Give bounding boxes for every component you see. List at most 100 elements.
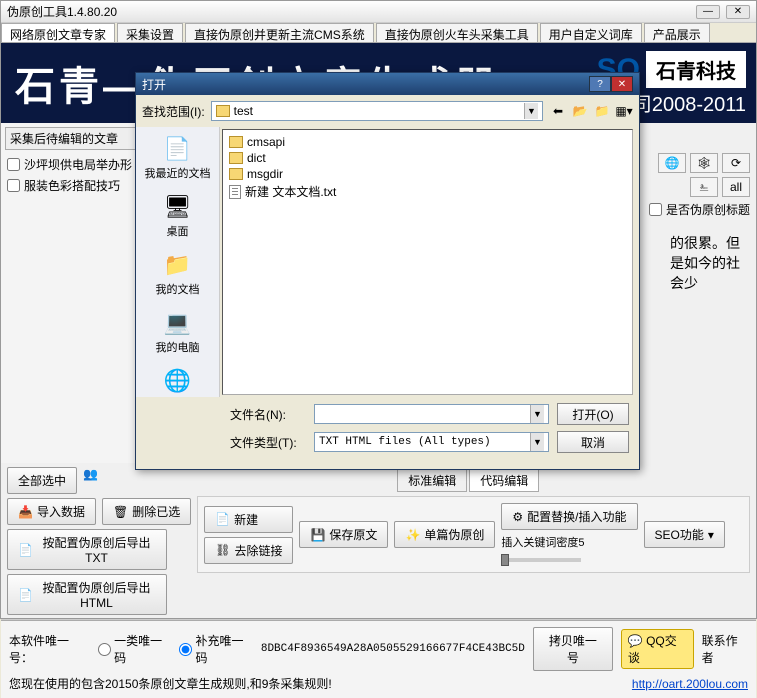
folder-icon [229,136,243,148]
save-button[interactable]: 💾 保存原文 [299,521,388,548]
place-3[interactable]: 💻 我的电脑 [136,305,219,359]
tool-all-icon[interactable]: all [722,177,750,197]
pseudo-title-check[interactable]: 是否伪原创标题 [649,201,750,218]
file-item-1[interactable]: dict [227,150,628,166]
places-bar: 📄 我最近的文档 🖥桌面📁我的文档 💻 我的电脑 🌐网上邻居 [136,127,220,397]
filetype-dropdown[interactable]: TXT HTML files (All types) ▼ [314,432,549,452]
dialog-title: 打开 [142,76,166,93]
article-item-1[interactable]: 服装色彩搭配技巧 [5,175,136,196]
place-icon: 🖥 [162,193,194,221]
place-icon: 💻 [162,309,194,337]
place-icon: 🌐 [162,367,194,395]
dialog-close-button[interactable]: ✕ [611,76,633,92]
place-4[interactable]: 🌐网上邻居 [136,363,219,397]
chevron-down-icon[interactable]: ▼ [530,405,544,423]
main-tab-2[interactable]: 直接伪原创并更新主流CMS系统 [185,23,374,42]
qq-badge[interactable]: 💬 QQ交谈 [621,629,694,669]
dialog-help-button[interactable]: ? [589,76,611,92]
new-button[interactable]: 📄 新建 [204,506,293,533]
open-button[interactable]: 打开(O) [557,403,629,425]
new-folder-button[interactable]: 📁 [593,102,611,120]
file-list[interactable]: cmsapidictmsgdir新建 文本文档.txt [222,129,633,395]
window-title: 伪原创工具1.4.80.20 [7,3,117,20]
seo-button[interactable]: SEO功能 ▾ [644,521,725,548]
footer: 本软件唯一号： 一类唯一码 补充唯一码 8DBC4F8936549A28A050… [1,620,756,698]
article-checkbox[interactable] [7,158,20,171]
look-in-dropdown[interactable]: test ▼ [211,101,543,121]
remove-link-button[interactable]: ⛓ 去除链接 [204,537,293,564]
select-all-button[interactable]: 全部选中 [7,467,77,494]
filetype-label: 文件类型(T): [230,434,306,451]
right-toolbar2: ⎁ all [690,177,750,197]
editor-tabs: 标准编辑代码编辑 [397,469,750,492]
file-open-dialog: 打开 ? ✕ 查找范围(I): test ▼ ⬅ 📂 📁 ▦▾ 📄我最近的文档🖥… [135,72,640,470]
place-0[interactable]: 📄 我最近的文档 [136,131,219,185]
editor-area: 标准编辑代码编辑 📄 新建 ⛓ 去除链接 💾 保存原文 ✨ 单篇伪原创 ⚙ 配置… [197,467,750,615]
cancel-button[interactable]: 取消 [557,431,629,453]
file-item-3[interactable]: 新建 文本文档.txt [227,182,628,201]
file-item-0[interactable]: cmsapi [227,134,628,150]
article-checkbox[interactable] [7,179,20,192]
place-label: 我的电脑 [156,339,200,355]
brand-box: 石青科技 [646,51,746,88]
filetype-value: TXT HTML files (All types) [319,436,530,448]
place-icon: 📁 [162,251,194,279]
current-path: test [234,104,253,118]
folder-icon [216,105,230,117]
export-html-button[interactable]: 📄 按配置伪原创后导出HTML [7,574,167,615]
main-tab-0[interactable]: 网络原创文章专家 [1,23,115,42]
rules-info: 您现在使用的包含20150条原创文章生成规则,和9条采集规则! [9,675,332,692]
close-button[interactable]: ✕ [726,5,750,19]
main-tab-1[interactable]: 采集设置 [117,23,183,42]
editor-tab-1[interactable]: 代码编辑 [469,469,539,492]
export-txt-button[interactable]: 📄 按配置伪原创后导出TXT [7,529,167,570]
dialog-titlebar[interactable]: 打开 ? ✕ [136,73,639,95]
radio-type2[interactable]: 补充唯一码 [179,632,252,666]
window-controls: — ✕ [696,5,750,19]
footer-url[interactable]: http://oart.200lou.com [632,677,748,691]
place-label: 我最近的文档 [145,165,211,181]
banner-sub: 司2008-2011 [632,88,746,117]
view-menu-button[interactable]: ▦▾ [615,102,633,120]
tool-globe-icon[interactable]: 🌐 [658,153,686,173]
group-title: 采集后待编辑的文章 [5,127,136,150]
back-button[interactable]: ⬅ [549,102,567,120]
radio-type1[interactable]: 一类唯一码 [98,632,171,666]
minimize-button[interactable]: — [696,5,720,19]
pseudo-title-label: 是否伪原创标题 [666,201,750,218]
mid-buttons: 全部选中 👥 📥 导入数据 🗑 删除已选 📄 按配置伪原创后导出TXT 📄 按配… [1,463,756,620]
editor-tab-0[interactable]: 标准编辑 [397,469,467,492]
txt-file-icon [229,185,241,199]
main-tab-3[interactable]: 直接伪原创火车头采集工具 [376,23,538,42]
chevron-down-icon[interactable]: ▼ [524,103,538,119]
place-1[interactable]: 🖥桌面 [136,189,219,243]
density-slider[interactable] [501,558,581,562]
file-item-2[interactable]: msgdir [227,166,628,182]
article-item-0[interactable]: 沙坪坝供电局举办形 [5,154,136,175]
pseudo-title-checkbox[interactable] [649,203,662,216]
place-icon: 📄 [162,135,194,163]
import-button[interactable]: 📥 导入数据 [7,498,96,525]
tool-b-icon[interactable]: ⎁ [690,177,718,197]
file-name: msgdir [247,167,283,181]
config-replace-button[interactable]: ⚙ 配置替换/插入功能 [501,503,637,530]
tool-web-icon[interactable]: 🕸 [690,153,718,173]
content-snippet: 的很累。但是如今的社会少 [670,233,750,293]
main-tabs: 网络原创文章专家采集设置直接伪原创并更新主流CMS系统直接伪原创火车头采集工具用… [1,23,756,43]
left-panel: 采集后待编辑的文章 沙坪坝供电局举办形服装色彩搭配技巧 [1,123,141,463]
pseudo-one-button[interactable]: ✨ 单篇伪原创 [394,521,495,548]
main-tab-4[interactable]: 用户自定义词库 [540,23,642,42]
tool-refresh-icon[interactable]: ⟳ [722,153,750,173]
config-col: ⚙ 配置替换/插入功能 插入关键词密度5 [501,503,637,566]
chevron-down-icon[interactable]: ▼ [530,433,544,451]
delete-selected-button[interactable]: 🗑 删除已选 [102,498,191,525]
main-tab-5[interactable]: 产品展示 [644,23,710,42]
filename-input[interactable]: ▼ [314,404,549,424]
uid-label: 本软件唯一号： [9,632,90,666]
titlebar: 伪原创工具1.4.80.20 — ✕ [1,1,756,23]
place-2[interactable]: 📁我的文档 [136,247,219,301]
up-button[interactable]: 📂 [571,102,589,120]
copy-uid-button[interactable]: 拷贝唯一号 [533,627,613,671]
new-col: 📄 新建 ⛓ 去除链接 [204,506,293,564]
contact-label: 联系作者 [702,632,748,666]
